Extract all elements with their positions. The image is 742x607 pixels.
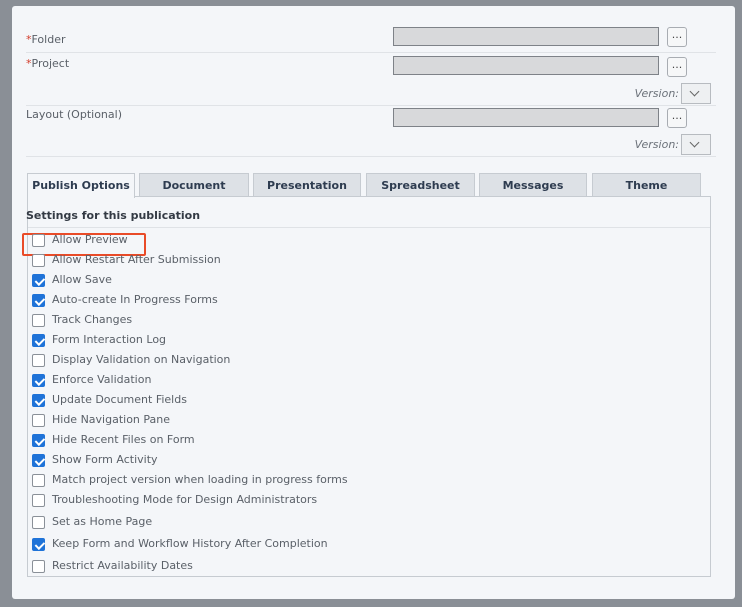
option-label: Allow Restart After Submission — [52, 253, 221, 266]
option-label: Troubleshooting Mode for Design Administ… — [52, 493, 318, 506]
divider — [26, 52, 716, 53]
folder-browse-button[interactable]: ... — [667, 27, 687, 47]
option-label: Track Changes — [52, 313, 133, 326]
tab-messages[interactable]: Messages — [479, 173, 587, 197]
option-checkbox[interactable] — [32, 454, 45, 467]
chevron-down-icon — [689, 137, 700, 148]
option-checkbox[interactable] — [32, 374, 45, 387]
tab-presentation[interactable]: Presentation — [253, 173, 361, 197]
folder-field[interactable] — [393, 27, 659, 46]
layout-version-label: Version: — [634, 138, 679, 151]
option-checkbox[interactable] — [32, 434, 45, 447]
option-checkbox[interactable] — [32, 354, 45, 367]
project-label-text: Project — [31, 57, 70, 70]
option-label: Enforce Validation — [52, 373, 152, 386]
option-label: Keep Form and Workflow History After Com… — [52, 537, 328, 550]
option-label: Hide Recent Files on Form — [52, 433, 195, 446]
option-checkbox[interactable] — [32, 494, 45, 507]
option-checkbox[interactable] — [32, 538, 45, 551]
project-field[interactable] — [393, 56, 659, 75]
option-checkbox[interactable] — [32, 254, 45, 267]
publish-dialog-panel: *Folder ... *Project ... Version: Layout… — [12, 6, 735, 599]
tab-spreadsheet[interactable]: Spreadsheet — [366, 173, 475, 197]
folder-label: *Folder — [26, 33, 66, 46]
option-label: Update Document Fields — [52, 393, 187, 406]
divider — [26, 105, 716, 106]
option-checkbox[interactable] — [32, 474, 45, 487]
option-checkbox[interactable] — [32, 414, 45, 427]
folder-label-text: Folder — [31, 33, 66, 46]
option-label: Auto-create In Progress Forms — [52, 293, 218, 306]
option-label: Display Validation on Navigation — [52, 353, 231, 366]
option-label: Allow Preview — [52, 233, 128, 246]
project-version-select[interactable] — [681, 83, 711, 104]
option-checkbox[interactable] — [32, 560, 45, 573]
divider — [28, 227, 710, 228]
option-checkbox[interactable] — [32, 394, 45, 407]
chevron-down-icon — [689, 86, 700, 97]
project-version-label: Version: — [634, 87, 679, 100]
project-browse-button[interactable]: ... — [667, 57, 687, 77]
settings-title: Settings for this publication — [26, 209, 201, 222]
tab-publish-options[interactable]: Publish Options — [27, 173, 135, 198]
tab-document[interactable]: Document — [139, 173, 249, 197]
project-label: *Project — [26, 57, 69, 70]
option-checkbox[interactable] — [32, 334, 45, 347]
option-checkbox[interactable] — [32, 516, 45, 529]
option-checkbox[interactable] — [32, 314, 45, 327]
option-checkbox[interactable] — [32, 274, 45, 287]
option-label: Allow Save — [52, 273, 112, 286]
tab-theme[interactable]: Theme — [592, 173, 701, 197]
layout-field[interactable] — [393, 108, 659, 127]
layout-label: Layout (Optional) — [26, 108, 122, 121]
divider — [26, 156, 716, 157]
option-checkbox[interactable] — [32, 294, 45, 307]
option-label: Set as Home Page — [52, 515, 153, 528]
option-label: Restrict Availability Dates — [52, 559, 193, 572]
option-label: Hide Navigation Pane — [52, 413, 171, 426]
layout-browse-button[interactable]: ... — [667, 108, 687, 128]
option-label: Match project version when loading in pr… — [52, 473, 348, 486]
option-label: Show Form Activity — [52, 453, 158, 466]
option-checkbox[interactable] — [32, 234, 45, 247]
option-label: Form Interaction Log — [52, 333, 167, 346]
layout-version-select[interactable] — [681, 134, 711, 155]
